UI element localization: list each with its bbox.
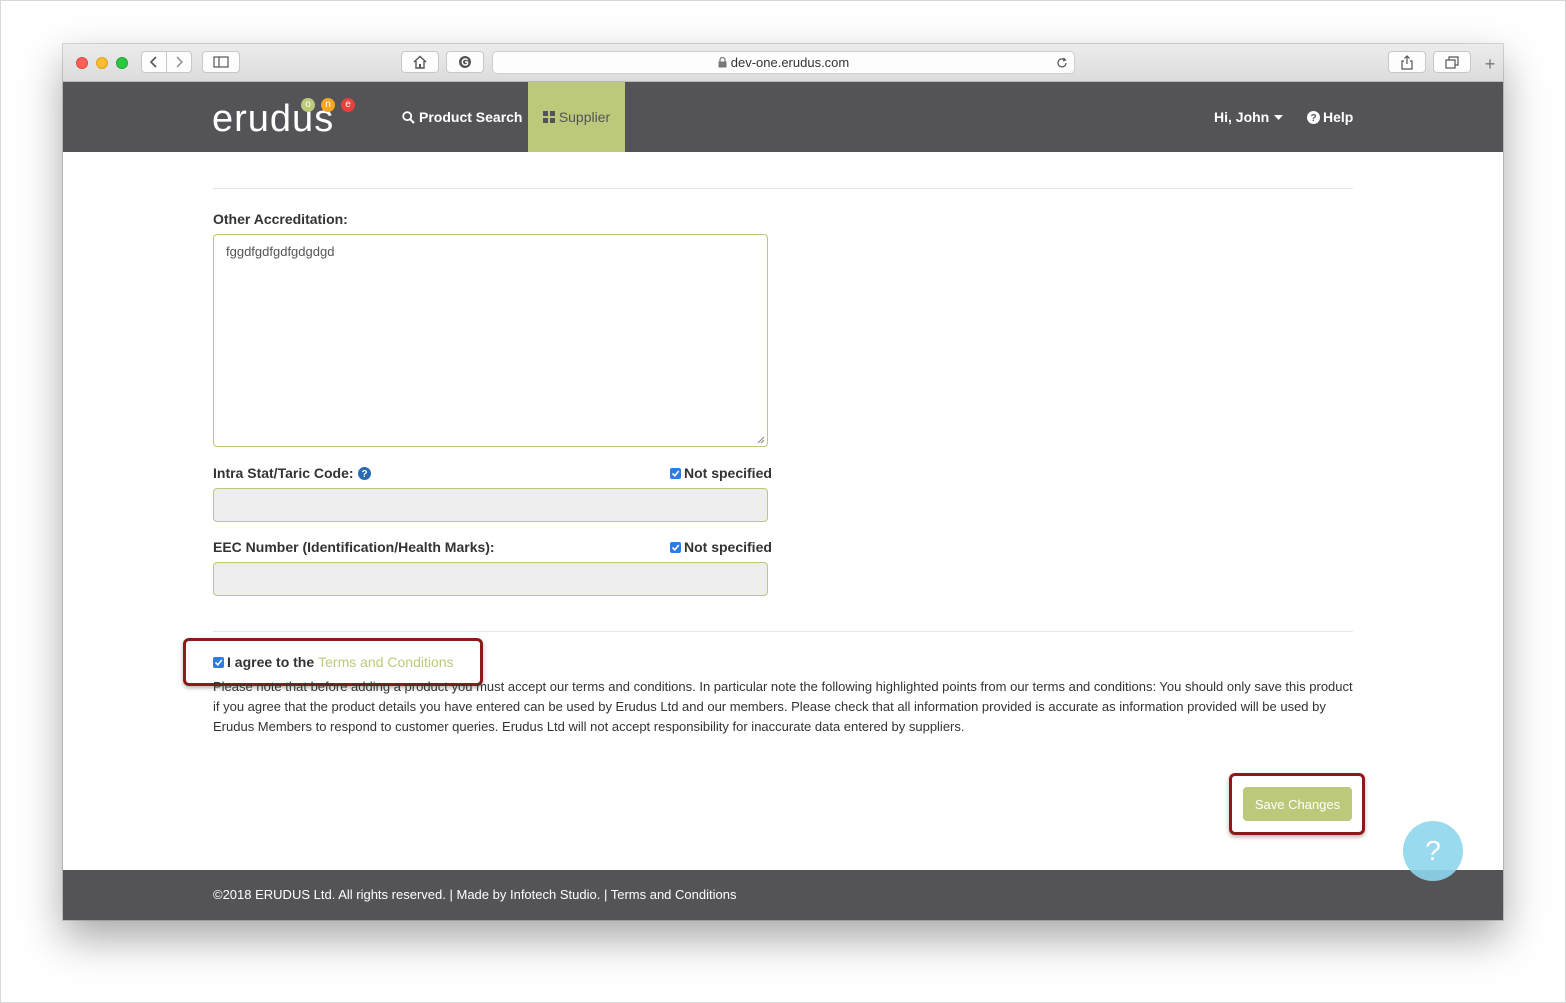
logo-dot-o: o <box>301 98 315 112</box>
site-footer: ©2018 ERUDUS Ltd. All rights reserved. |… <box>63 870 1503 920</box>
nav-product-search-label: Product Search <box>419 109 523 125</box>
eec-number-not-specified-checkbox[interactable] <box>670 541 681 553</box>
checkmark-icon <box>671 543 680 551</box>
footer-separator-1: | <box>449 887 453 902</box>
footer-made-by[interactable]: Made by Infotech Studio. <box>457 887 601 902</box>
logo-text: erudus <box>212 98 335 140</box>
nav-help[interactable]: ? Help <box>1307 82 1353 152</box>
site-navbar: erudus o n e Product Search Supplier Hi,… <box>63 82 1503 152</box>
search-icon <box>402 110 415 124</box>
nav-help-label: Help <box>1323 109 1354 125</box>
browser-toolbar: dev-one.erudus.com + <box>63 44 1503 82</box>
intra-stat-not-specified-checkbox[interactable] <box>670 467 681 479</box>
footer-terms-link[interactable]: Terms and Conditions <box>611 887 737 902</box>
sidebar-icon <box>213 56 229 68</box>
tabs-overview-button[interactable] <box>1433 51 1471 73</box>
extension-button[interactable] <box>446 51 484 73</box>
intra-stat-label: Intra Stat/Taric Code: <box>213 465 354 481</box>
close-window-button[interactable] <box>76 57 88 69</box>
info-question-icon[interactable]: ? <box>357 466 371 480</box>
zoom-window-button[interactable] <box>116 57 128 69</box>
question-circle-icon: ? <box>1307 110 1320 124</box>
intra-stat-label-row: Intra Stat/Taric Code: ? <box>213 465 371 481</box>
browser-window: dev-one.erudus.com + erudus o n e Produc… <box>63 44 1503 920</box>
other-accreditation-value: fggdfgdfgdfgdgdgd <box>226 244 335 259</box>
grammarly-icon <box>459 56 471 68</box>
home-button[interactable] <box>401 51 439 73</box>
section-divider-terms <box>213 631 1353 632</box>
minimize-window-button[interactable] <box>96 57 108 69</box>
logo[interactable]: erudus o n e <box>63 82 373 152</box>
plus-icon: + <box>1484 54 1496 74</box>
chevron-left-icon <box>149 56 157 68</box>
other-accreditation-textarea[interactable]: fggdfgdfgdfgdgdgd <box>213 234 768 447</box>
eec-number-input[interactable] <box>213 562 768 596</box>
nav-supplier[interactable]: Supplier <box>528 82 625 152</box>
back-button[interactable] <box>141 51 167 73</box>
logo-dot-n: n <box>321 98 335 112</box>
intra-stat-not-specified[interactable]: Not specified <box>670 465 772 481</box>
eec-number-label: EEC Number (Identification/Health Marks)… <box>213 539 495 555</box>
lock-icon <box>718 57 727 68</box>
save-highlight-box <box>1229 773 1365 835</box>
terms-notice-text: Please note that before adding a product… <box>213 679 1353 734</box>
eec-number-not-specified-label: Not specified <box>684 539 772 555</box>
checkmark-icon <box>671 469 680 477</box>
intra-stat-input[interactable] <box>213 488 768 522</box>
logo-dot-e: e <box>341 98 355 112</box>
resize-handle-icon[interactable] <box>757 436 765 444</box>
eec-number-not-specified[interactable]: Not specified <box>670 539 772 555</box>
user-menu[interactable]: Hi, John <box>1214 82 1284 152</box>
help-chat-button[interactable]: ? <box>1403 821 1463 881</box>
svg-text:?: ? <box>361 469 367 480</box>
footer-text-row: ©2018 ERUDUS Ltd. All rights reserved. |… <box>213 887 736 902</box>
user-menu-label: Hi, John <box>1214 109 1270 125</box>
section-divider-top <box>213 188 1353 189</box>
reload-icon[interactable] <box>1056 57 1068 69</box>
address-bar[interactable]: dev-one.erudus.com <box>492 51 1075 74</box>
svg-text:?: ? <box>1310 113 1316 124</box>
nav-supplier-label: Supplier <box>558 109 611 125</box>
share-button[interactable] <box>1388 51 1426 73</box>
caret-down-icon <box>1274 114 1284 120</box>
home-icon <box>413 55 427 69</box>
intra-stat-not-specified-label: Not specified <box>684 465 772 481</box>
tabs-icon <box>1445 55 1459 69</box>
new-tab-button[interactable]: + <box>1480 54 1500 74</box>
forward-button[interactable] <box>166 51 192 73</box>
footer-separator-2: | <box>603 887 608 902</box>
grid-icon <box>542 111 555 123</box>
other-accreditation-label: Other Accreditation: <box>213 211 348 227</box>
sidebar-toggle-button[interactable] <box>202 51 240 73</box>
nav-product-search[interactable]: Product Search <box>402 82 522 152</box>
footer-copyright: ©2018 ERUDUS Ltd. All rights reserved. <box>213 887 446 902</box>
share-icon <box>1401 54 1413 70</box>
chevron-right-icon <box>176 56 184 68</box>
help-question-icon: ? <box>1425 835 1441 866</box>
url-text: dev-one.erudus.com <box>730 55 850 70</box>
